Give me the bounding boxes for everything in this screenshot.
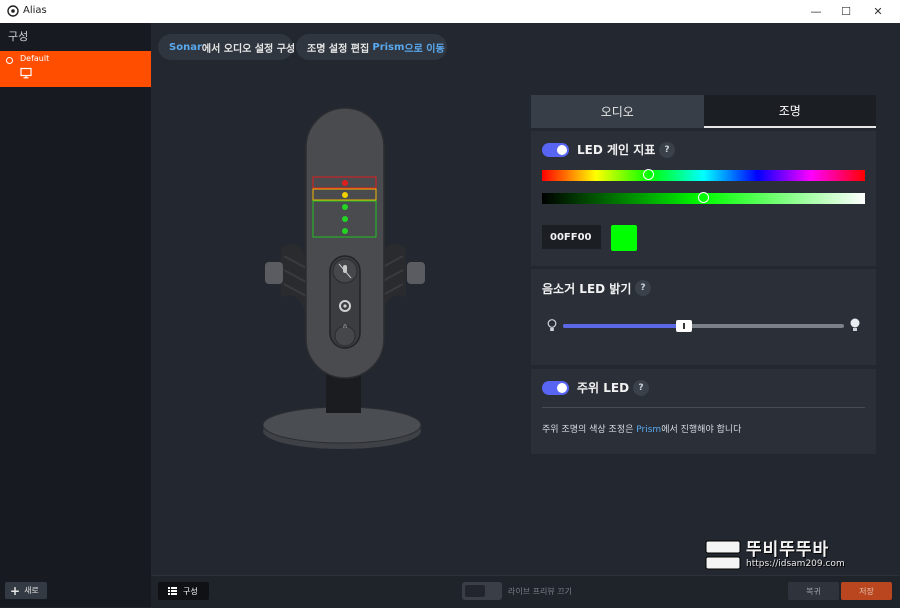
close-icon: ✕ bbox=[873, 5, 883, 18]
minimize-button[interactable]: — bbox=[801, 2, 831, 21]
title-bar: Alias — ☐ ✕ bbox=[0, 0, 900, 23]
monitor-icon bbox=[20, 67, 32, 79]
ambient-led-panel: 주위 LED ? 주위 조명의 색상 조정은 Prism에서 진행해야 합니다 bbox=[531, 369, 876, 454]
led-gain-toggle[interactable] bbox=[542, 143, 569, 157]
sidebar-heading: 구성 bbox=[8, 30, 29, 43]
main-area: Sonar에서 오디오 설정 구성 조명 설정 편집 Prism으로 이동 bbox=[151, 23, 900, 608]
revert-button[interactable]: 복귀 bbox=[788, 582, 839, 600]
shade-slider-handle[interactable] bbox=[697, 192, 709, 203]
selected-radio-icon bbox=[6, 57, 13, 64]
brightness-slider-fill bbox=[563, 324, 684, 328]
prism-edit-button[interactable]: 조명 설정 편집 Prism 으로 이동 bbox=[296, 34, 447, 60]
bottom-bar: 구성 라이브 프리뷰 끄기 복귀 저장 bbox=[151, 575, 900, 608]
mute-led-panel: 음소거 LED 밝기 ? bbox=[531, 269, 876, 365]
ambient-led-toggle[interactable] bbox=[542, 381, 569, 395]
tab-lighting[interactable]: 조명 bbox=[703, 95, 876, 128]
close-button[interactable]: ✕ bbox=[863, 2, 893, 21]
bulb-bright-icon bbox=[850, 318, 860, 331]
prism-link-text: Prism bbox=[372, 41, 405, 53]
color-swatch[interactable] bbox=[611, 225, 637, 251]
watermark-logo-icon bbox=[705, 540, 741, 570]
live-preview-label: 라이브 프리뷰 끄기 bbox=[508, 586, 572, 596]
plus-icon: + bbox=[10, 583, 21, 598]
sonar-link-text: Sonar bbox=[169, 41, 202, 53]
live-preview-switch[interactable] bbox=[462, 582, 502, 600]
profile-name: Default bbox=[20, 54, 50, 63]
list-icon bbox=[168, 587, 177, 595]
config-list-label: 구성 bbox=[183, 586, 198, 596]
new-config-button[interactable]: + 새로 bbox=[5, 582, 47, 599]
microphone-illustration: ∩ bbox=[262, 107, 425, 449]
save-button[interactable]: 저장 bbox=[841, 582, 892, 600]
tab-audio[interactable]: 오디오 bbox=[531, 95, 704, 128]
brightness-slider[interactable] bbox=[563, 320, 844, 332]
watermark-title: 뚜비뚜뚜바 bbox=[746, 540, 830, 560]
led-gain-help-icon[interactable]: ? bbox=[659, 142, 675, 158]
panel-divider bbox=[542, 407, 865, 408]
mute-led-label: 음소거 LED 밝기 bbox=[542, 282, 632, 296]
bulb-dim-icon bbox=[547, 319, 557, 331]
hex-color-input[interactable]: 00FF00 bbox=[542, 225, 601, 249]
panel-tabs: 오디오 조명 bbox=[531, 95, 876, 128]
switch-knob bbox=[465, 585, 485, 597]
new-config-label: 새로 bbox=[24, 586, 39, 595]
maximize-button[interactable]: ☐ bbox=[831, 2, 861, 21]
sidebar: 구성 Default + 새로 bbox=[0, 23, 151, 607]
window-title: Alias bbox=[23, 5, 47, 16]
prism-inline-link[interactable]: Prism bbox=[636, 425, 661, 435]
led-gain-panel: LED 게인 지표 ? 00FF00 bbox=[531, 131, 876, 266]
ambient-led-help-icon[interactable]: ? bbox=[633, 380, 649, 396]
live-preview-control: 라이브 프리뷰 끄기 bbox=[462, 582, 572, 600]
led-gain-label: LED 게인 지표 bbox=[577, 143, 656, 157]
toggle-knob bbox=[557, 383, 567, 393]
mute-led-help-icon[interactable]: ? bbox=[635, 280, 651, 296]
toggle-knob bbox=[557, 145, 567, 155]
minimize-icon: — bbox=[810, 5, 822, 18]
watermark-url: https://idsam209.com bbox=[746, 559, 845, 569]
prism-button-suffix: 으로 이동 bbox=[404, 43, 445, 55]
profile-item-default[interactable]: Default bbox=[0, 51, 151, 87]
watermark: 뚜비뚜뚜바 https://idsam209.com bbox=[704, 535, 900, 575]
svg-text:∩: ∩ bbox=[343, 323, 347, 330]
ambient-note-text-end: 에서 진행해야 합니다 bbox=[661, 425, 742, 435]
config-list-button[interactable]: 구성 bbox=[158, 582, 209, 600]
maximize-icon: ☐ bbox=[841, 5, 851, 18]
ambient-led-note: 주위 조명의 색상 조정은 Prism에서 진행해야 합니다 bbox=[542, 422, 741, 435]
hue-slider[interactable] bbox=[542, 169, 865, 181]
shade-slider[interactable] bbox=[542, 192, 865, 204]
hue-slider-handle[interactable] bbox=[642, 169, 654, 180]
ambient-led-label: 주위 LED bbox=[577, 381, 630, 395]
brightness-slider-thumb[interactable] bbox=[675, 320, 692, 332]
app-logo-icon bbox=[7, 5, 19, 17]
prism-button-label: 조명 설정 편집 bbox=[307, 43, 370, 55]
sonar-button-label: 에서 오디오 설정 구성 bbox=[201, 43, 296, 55]
sonar-config-button[interactable]: Sonar 에서 오디오 설정 구성 bbox=[158, 34, 296, 60]
ambient-note-text: 주위 조명의 색상 조정은 bbox=[542, 425, 637, 435]
